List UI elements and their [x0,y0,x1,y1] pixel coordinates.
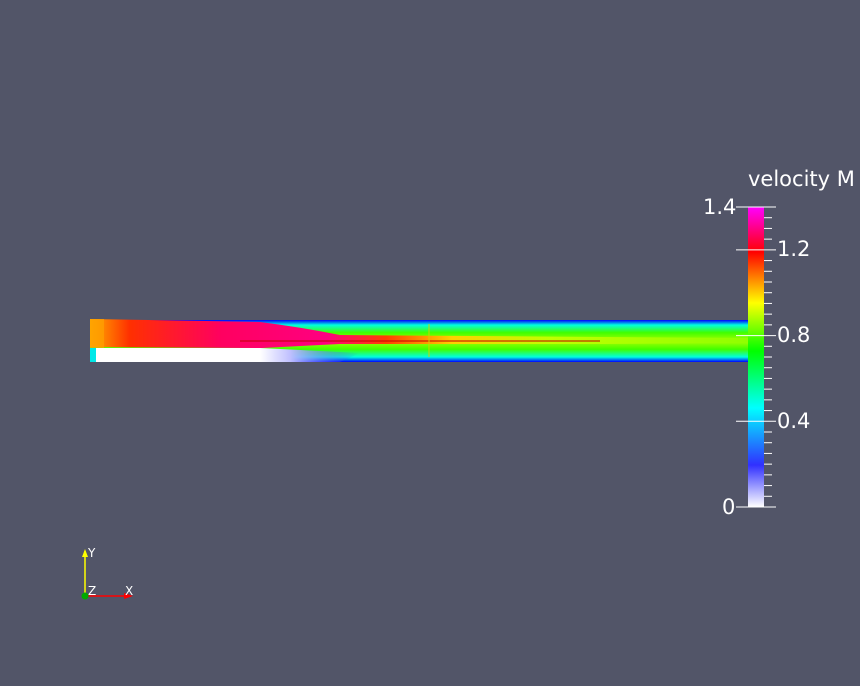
axis-x-label: X [125,584,134,598]
velocity-field[interactable] [90,319,748,362]
color-legend-bar [748,207,764,507]
color-legend-tick-label: 0.4 [777,409,811,433]
scene-canvas[interactable] [0,0,860,682]
backward-step [96,348,260,362]
color-legend-title: velocity M [748,167,855,191]
color-legend-tick-label: 1.2 [777,237,811,261]
color-legend-tick-label: 1.4 [703,195,737,219]
axis-y-label: Y [88,546,96,560]
axis-z-label: Z [88,584,97,598]
render-viewport[interactable]: velocity M 1.4 1.2 0.8 0.4 0 Y Z X [0,0,860,682]
inlet-edge [90,319,104,348]
color-legend-tick-label: 0 [722,495,736,519]
color-legend-tick-label: 0.8 [777,323,811,347]
step-corner [90,348,96,362]
